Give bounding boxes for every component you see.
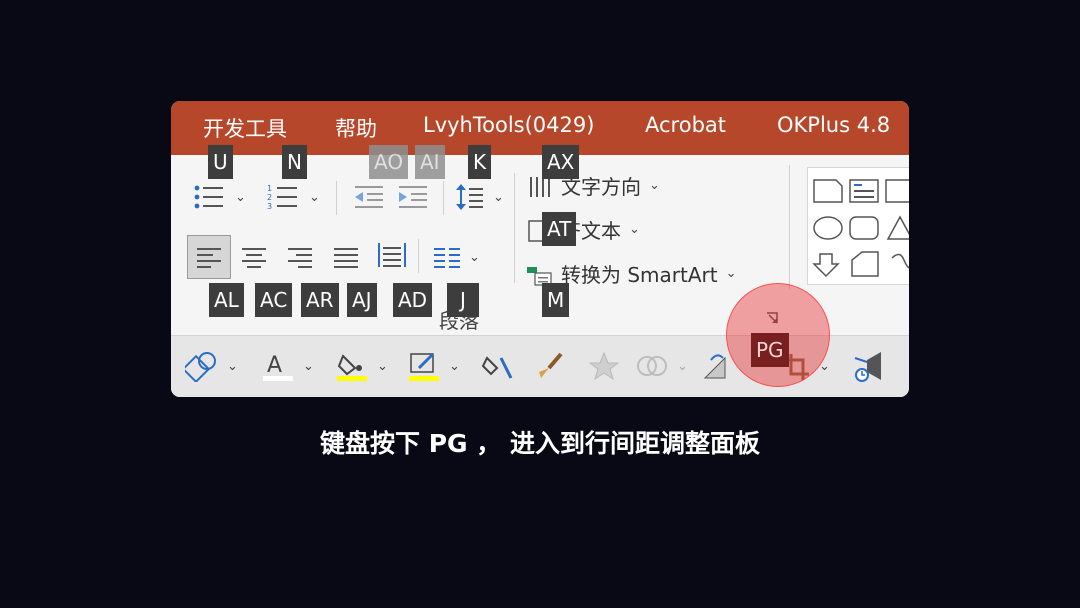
tab-acrobat[interactable]: Acrobat (645, 113, 726, 137)
keytip-paragraph-dialog: PG (751, 333, 789, 367)
animation-timer-icon (854, 352, 881, 382)
decrease-indent-button[interactable] (353, 181, 385, 213)
separator (418, 239, 419, 273)
chevron-down-icon: ⌄ (677, 358, 688, 374)
align-right-button[interactable] (287, 241, 313, 273)
brush-icon (539, 352, 563, 378)
chevron-down-icon: ⌄ (469, 249, 480, 265)
increase-indent-button[interactable] (397, 181, 429, 213)
shapes-icon (812, 179, 909, 278)
separator (443, 181, 444, 215)
shapes-gallery[interactable] (807, 167, 909, 285)
separator (336, 181, 337, 215)
chevron-down-icon: ⌄ (493, 189, 504, 205)
chevron-down-icon: ⌄ (725, 266, 737, 281)
chevron-down-icon: ⌄ (227, 358, 238, 374)
keytip-text-direction: AX (542, 145, 580, 179)
tab-help[interactable]: 帮助 (335, 113, 377, 143)
font-color-button[interactable]: A ⌄ (261, 350, 314, 382)
line-spacing-icon (456, 184, 483, 210)
keytip-align-right: AR (301, 283, 339, 317)
format-painter-button[interactable] (481, 350, 515, 382)
justify-icon (334, 248, 358, 268)
svg-text:A: A (267, 353, 282, 378)
separator (514, 173, 515, 283)
chevron-down-icon: ⌄ (303, 358, 314, 374)
keytip-bullets: U (208, 145, 233, 179)
star-icon (588, 351, 620, 381)
keytip-decrease-indent: AO (369, 145, 409, 179)
align-right-icon (288, 248, 312, 268)
numbering-icon: 1 2 3 (267, 184, 297, 211)
tab-okplus[interactable]: OKPlus 4.8 (777, 113, 890, 137)
powerpoint-ribbon-window: 开发工具 帮助 LvyhTools(0429) Acrobat OKPlus 4… (171, 101, 909, 397)
caption-text: 键盘按下 PG ， 进入到行间距调整面板 (320, 429, 760, 458)
align-left-button[interactable] (187, 235, 231, 279)
svg-text:1: 1 (267, 184, 272, 193)
tab-lvyhtools[interactable]: LvyhTools(0429) (423, 113, 594, 137)
justify-button[interactable] (333, 241, 359, 273)
keytip-distributed: AD (393, 283, 433, 317)
distributed-icon (378, 243, 406, 267)
line-spacing-button[interactable]: ⌄ (455, 181, 504, 213)
align-center-button[interactable] (241, 241, 267, 273)
chevron-down-icon: ⌄ (449, 358, 460, 374)
merge-shapes-button[interactable]: ⌄ (635, 350, 688, 382)
separator (789, 165, 790, 289)
line-color-button[interactable]: ⌄ (407, 350, 460, 382)
merge-shapes-icon (637, 356, 667, 376)
effects-button[interactable] (587, 350, 621, 382)
distributed-button[interactable] (377, 239, 407, 271)
brush-button[interactable] (535, 350, 569, 382)
keytip-align-left: AL (209, 283, 244, 317)
shapes-fill-icon (185, 352, 216, 382)
align-center-icon (242, 248, 266, 268)
keytip-line-spacing: K (468, 145, 492, 179)
keytip-columns: J (447, 283, 479, 317)
svg-text:3: 3 (267, 202, 272, 211)
chevron-down-icon: ⌄ (377, 358, 388, 374)
svg-text:2: 2 (267, 193, 272, 202)
numbering-button[interactable]: 1 2 3 ⌄ (267, 181, 320, 213)
chevron-down-icon: ⌄ (649, 178, 660, 193)
columns-button[interactable]: ⌄ (433, 241, 480, 273)
chevron-down-icon: ⌄ (629, 222, 640, 237)
increase-indent-icon (399, 186, 427, 208)
font-color-icon: A (263, 353, 293, 381)
tab-developer[interactable]: 开发工具 (203, 113, 287, 143)
keytip-align-text: AT (542, 212, 577, 246)
chevron-down-icon: ⌄ (235, 189, 246, 205)
chevron-down-icon: ⌄ (309, 189, 320, 205)
fill-color-button[interactable]: ⌄ (335, 350, 388, 382)
keytip-smartart: M (542, 283, 570, 317)
convert-smartart-label: 转换为 SmartArt (561, 263, 718, 287)
align-left-icon (197, 248, 221, 268)
animation-button[interactable] (853, 350, 889, 384)
keytip-numbering: N (282, 145, 307, 179)
keytip-align-center: AC (255, 283, 293, 317)
bullets-button[interactable]: ⌄ (193, 181, 246, 213)
keytip-increase-indent: AI (415, 145, 445, 179)
columns-icon (434, 248, 460, 268)
decrease-indent-icon (355, 186, 383, 208)
format-painter-icon (481, 356, 513, 379)
bullets-icon (194, 185, 223, 209)
shapes-button[interactable]: ⌄ (185, 350, 238, 382)
paint-bucket-icon (337, 354, 367, 381)
keytip-justify: AJ (347, 283, 377, 317)
pen-icon (409, 352, 439, 381)
